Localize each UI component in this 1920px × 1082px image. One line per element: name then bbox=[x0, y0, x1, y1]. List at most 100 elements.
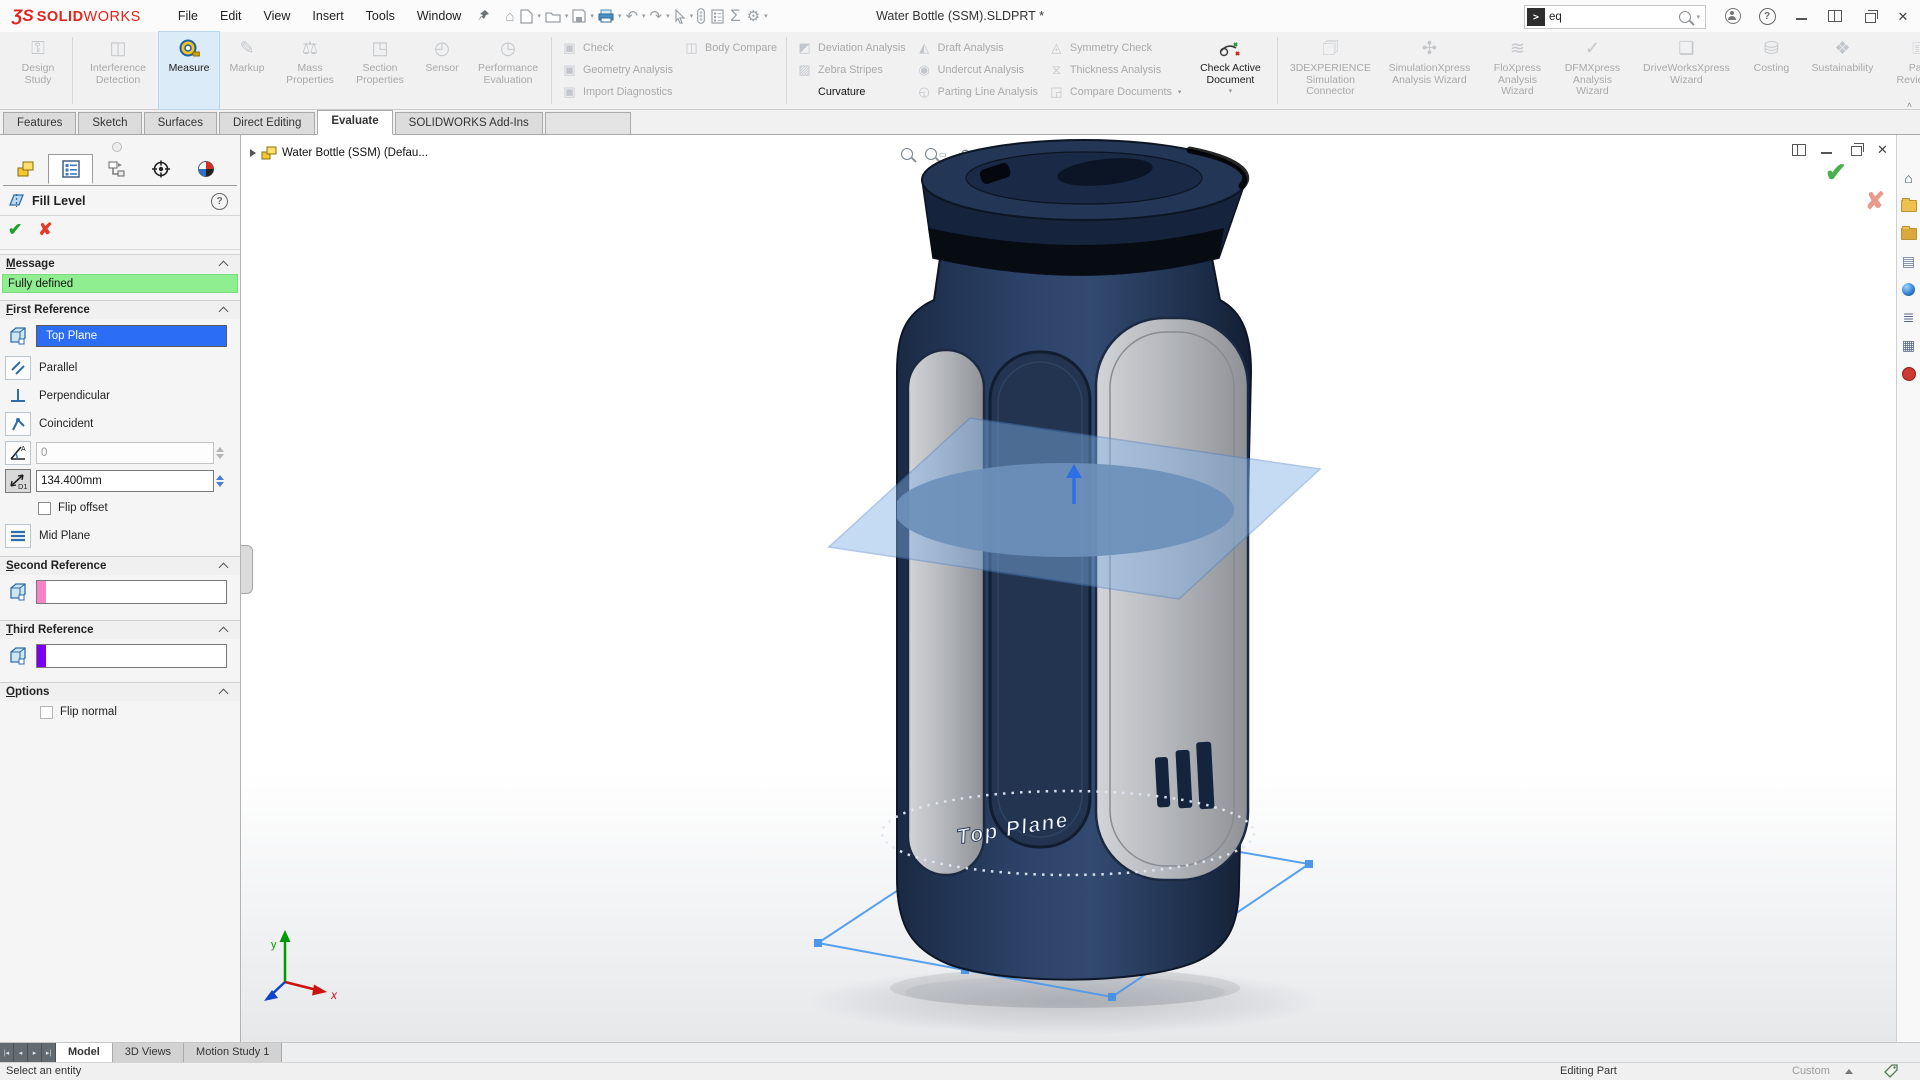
tab-features[interactable]: Features bbox=[3, 112, 76, 134]
tab-featuremanager-tree[interactable] bbox=[3, 154, 48, 184]
3d-scene[interactable]: Top Plane y x bbox=[241, 135, 1896, 1042]
graphics-area[interactable]: Water Bottle (SSM) (Defau... ▭ ↶ ◪ ▾ ◫▾ … bbox=[241, 135, 1896, 1042]
pm-help-icon[interactable]: ? bbox=[211, 193, 228, 210]
community-forum-icon[interactable] bbox=[1900, 365, 1917, 382]
markup-button[interactable]: ✎ Markup bbox=[219, 32, 275, 109]
tab-motion-study-1[interactable]: Motion Study 1 bbox=[184, 1043, 282, 1062]
options-collapse-icon[interactable] bbox=[219, 689, 229, 699]
angle-input[interactable] bbox=[36, 442, 214, 464]
first-reference-section-header[interactable]: First Reference bbox=[0, 300, 240, 319]
3dexperience-simulation-connector-button[interactable]: 🗇 3DEXPERIENCE Simulation Connector bbox=[1282, 32, 1378, 109]
compare-documents-button[interactable]: ◲Compare Documents▾ bbox=[1048, 81, 1183, 102]
doc-close-icon[interactable]: ✕ bbox=[1873, 141, 1892, 158]
import-diagnostics-button[interactable]: ▣Import Diagnostics bbox=[561, 81, 673, 102]
options-section-header[interactable]: Options bbox=[0, 682, 240, 701]
floxpress-wizard-button[interactable]: ≋ FloXpress Analysis Wizard bbox=[1480, 32, 1554, 109]
resources-home-icon[interactable]: ⌂ bbox=[1900, 169, 1917, 186]
confirmation-cancel-icon[interactable]: ✘ bbox=[1865, 187, 1885, 216]
check-button[interactable]: ▣Check bbox=[561, 37, 673, 58]
deviation-analysis-button[interactable]: ◩Deviation Analysis bbox=[796, 37, 906, 58]
rebuild-icon[interactable] bbox=[694, 4, 708, 28]
window-close-icon[interactable]: ✕ bbox=[1886, 0, 1920, 32]
tab-3d-views[interactable]: 3D Views bbox=[113, 1043, 184, 1062]
design-study-button[interactable]: ⚿ Design Study bbox=[8, 32, 68, 109]
equations-icon[interactable]: Σ bbox=[727, 4, 744, 28]
message-collapse-icon[interactable] bbox=[219, 261, 229, 271]
scroll-prev-icon[interactable]: ◂ bbox=[14, 1043, 28, 1062]
breadcrumb-expand-icon[interactable] bbox=[250, 149, 256, 157]
menu-edit[interactable]: Edit bbox=[209, 0, 253, 32]
geometry-analysis-button[interactable]: ▣Geometry Analysis bbox=[561, 59, 673, 80]
file-properties-icon[interactable] bbox=[708, 4, 727, 28]
simulationxpress-wizard-button[interactable]: ✣ SimulationXpress Analysis Wizard bbox=[1378, 32, 1480, 109]
first-reference-collapse-icon[interactable] bbox=[219, 307, 229, 317]
dfmxpress-wizard-button[interactable]: ✓ DFMXpress Analysis Wizard bbox=[1554, 32, 1630, 109]
panel-grip[interactable] bbox=[112, 142, 122, 152]
toolbox-icon[interactable]: ▦ bbox=[1900, 337, 1917, 354]
undercut-analysis-button[interactable]: ◉Undercut Analysis bbox=[916, 59, 1038, 80]
menu-window[interactable]: Window bbox=[406, 0, 472, 32]
tab-solidworks-addins[interactable]: SOLIDWORKS Add-Ins bbox=[395, 112, 543, 134]
costing-button[interactable]: ⛁ Costing bbox=[1742, 32, 1800, 109]
doc-panes-icon[interactable] bbox=[1789, 141, 1808, 158]
doc-restore-icon[interactable] bbox=[1845, 141, 1864, 158]
select-cursor-icon[interactable] bbox=[671, 4, 689, 28]
scroll-first-icon[interactable]: |◂ bbox=[0, 1043, 14, 1062]
distance-spinner[interactable] bbox=[216, 475, 224, 487]
tab-displaymanager[interactable] bbox=[183, 154, 228, 184]
save-icon[interactable] bbox=[569, 4, 589, 28]
tab-configurationmanager[interactable] bbox=[93, 154, 138, 184]
mass-properties-button[interactable]: ⚖ Mass Properties bbox=[275, 32, 345, 109]
redo-icon[interactable]: ↷ bbox=[647, 4, 666, 28]
third-reference-collapse-icon[interactable] bbox=[219, 627, 229, 637]
print-icon[interactable] bbox=[595, 4, 617, 28]
parallel-row[interactable]: Parallel bbox=[0, 356, 240, 380]
doc-minimize-icon[interactable] bbox=[1817, 141, 1836, 158]
confirmation-ok-icon[interactable]: ✔ bbox=[1825, 157, 1847, 188]
appearances-scenes-icon[interactable] bbox=[1900, 281, 1917, 298]
tab-propertymanager[interactable] bbox=[48, 154, 93, 184]
tag-icon[interactable] bbox=[1884, 1064, 1899, 1082]
compare-documents-dropdown-icon[interactable]: ▾ bbox=[1178, 88, 1182, 96]
second-reference-section-header[interactable]: Second Reference bbox=[0, 556, 240, 575]
account-icon[interactable] bbox=[1716, 0, 1750, 32]
pin-menu-icon[interactable] bbox=[476, 8, 492, 24]
breadcrumb[interactable]: Water Bottle (SSM) (Defau... bbox=[250, 146, 428, 160]
undo-icon[interactable]: ↶ bbox=[622, 4, 641, 28]
pm-ok-button[interactable]: ✔ bbox=[8, 220, 22, 240]
perpendicular-row[interactable]: Perpendicular bbox=[0, 384, 240, 408]
menu-tools[interactable]: Tools bbox=[355, 0, 406, 32]
home-icon[interactable]: ⌂ bbox=[502, 4, 517, 28]
panel-splitter-handle[interactable] bbox=[241, 545, 253, 594]
view-palette-icon[interactable]: ▤ bbox=[1900, 253, 1917, 270]
body-compare-button[interactable]: ◫Body Compare bbox=[683, 37, 777, 58]
symmetry-check-button[interactable]: ◬Symmetry Check bbox=[1048, 37, 1183, 58]
sustainability-button[interactable]: ❖ Sustainability bbox=[1800, 32, 1884, 109]
tab-model[interactable]: Model bbox=[56, 1043, 113, 1062]
distance-input[interactable] bbox=[36, 470, 214, 492]
first-reference-selection-box[interactable]: Top Plane bbox=[36, 325, 227, 347]
section-properties-button[interactable]: ◳ Section Properties bbox=[345, 32, 415, 109]
display-state-label[interactable]: Custom bbox=[1792, 1065, 1830, 1077]
performance-evaluation-button[interactable]: ◷ Performance Evaluation bbox=[469, 32, 547, 109]
flip-normal-checkbox[interactable] bbox=[40, 706, 53, 719]
search-box[interactable]: > ▾ bbox=[1524, 5, 1706, 29]
interference-detection-button[interactable]: ◫ Interference Detection bbox=[77, 32, 159, 109]
third-reference-selection-box[interactable] bbox=[36, 644, 227, 668]
curvature-button[interactable]: Curvature bbox=[796, 81, 906, 102]
open-icon[interactable] bbox=[542, 4, 564, 28]
coincident-row[interactable]: Coincident bbox=[0, 412, 240, 436]
custom-properties-icon[interactable]: ≣ bbox=[1900, 309, 1917, 326]
search-input[interactable] bbox=[1545, 11, 1679, 23]
tab-direct-editing[interactable]: Direct Editing bbox=[219, 112, 315, 134]
part-reviewer-button[interactable]: 🗈 Part Reviewer bbox=[1884, 32, 1920, 109]
driveworksxpress-wizard-button[interactable]: ❏ DriveWorksXpress Wizard bbox=[1630, 32, 1742, 109]
design-library-icon[interactable] bbox=[1900, 197, 1917, 214]
pm-cancel-button[interactable]: ✘ bbox=[38, 220, 52, 240]
tab-sketch[interactable]: Sketch bbox=[78, 112, 141, 134]
tab-evaluate[interactable]: Evaluate bbox=[317, 110, 392, 135]
thickness-analysis-button[interactable]: ⧖Thickness Analysis bbox=[1048, 59, 1183, 80]
window-panes-icon[interactable] bbox=[1818, 0, 1852, 32]
ribbon-collapse-icon[interactable]: ˄ bbox=[1907, 100, 1912, 110]
help-icon[interactable]: ? bbox=[1750, 0, 1784, 32]
